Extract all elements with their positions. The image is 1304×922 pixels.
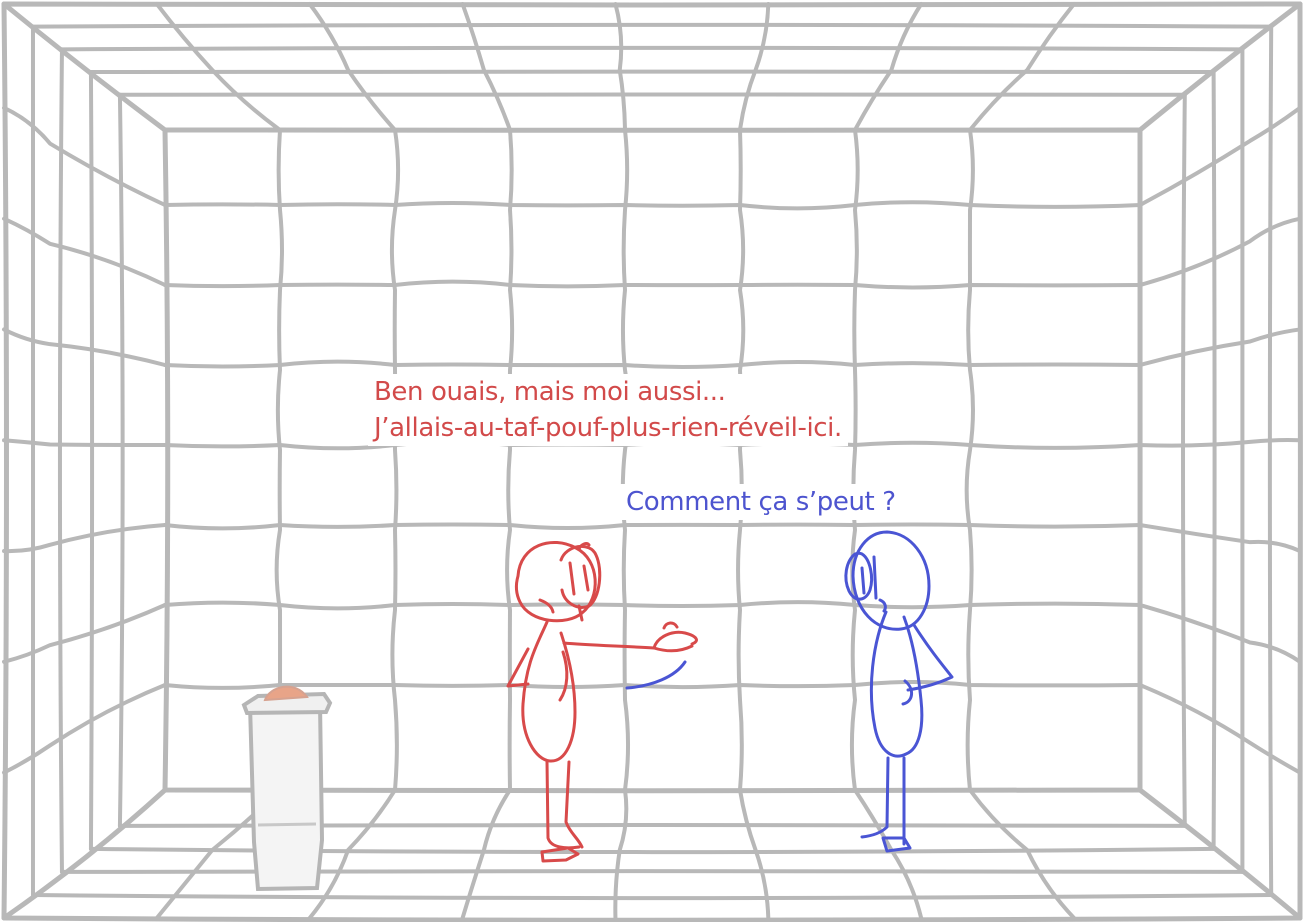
pedestal-icon — [241, 685, 333, 892]
ceiling-depth-seam — [59, 45, 1245, 52]
floor-depth-seam — [59, 869, 1245, 874]
red-speech-caption: Ben ouais, mais moi aussi... J’allais-au… — [368, 374, 848, 446]
red-speech-line-2: J’allais-au-taf-pouf-plus-rien-réveil-ic… — [374, 413, 842, 443]
ceiling-depth-seam — [30, 22, 1274, 29]
red-speech-line-1: Ben ouais, mais moi aussi... — [374, 377, 726, 407]
right-wall-depth-seam — [1211, 70, 1217, 851]
left-wall-depth-seam — [88, 70, 95, 851]
right-wall-depth-seam — [1267, 24, 1274, 897]
left-wall-depth-seam — [57, 47, 64, 874]
padded-room-scene — [0, 0, 1304, 922]
blue-speech-caption: Comment ça s’peut ? — [620, 484, 902, 520]
room-background — [0, 0, 1304, 922]
right-wall-depth-seam — [1181, 92, 1187, 828]
